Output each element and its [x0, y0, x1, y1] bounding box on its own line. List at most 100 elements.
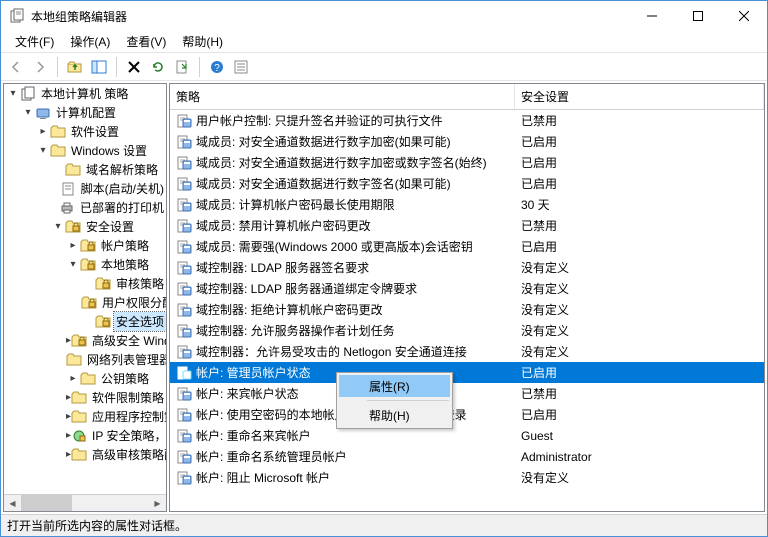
tree-item[interactable]: 网络列表管理器策略 — [4, 350, 166, 369]
help-button[interactable]: ? — [206, 56, 228, 78]
tree-item-label: 计算机配置 — [54, 103, 118, 122]
folder-icon — [71, 409, 87, 425]
cell-security-setting: 没有定义 — [515, 322, 764, 339]
policy-icon — [176, 428, 192, 444]
policy-row[interactable]: 帐户: 重命名来宾帐户Guest — [170, 425, 764, 446]
policy-row[interactable]: 域成员: 需要强(Windows 2000 或更高版本)会话密钥已启用 — [170, 236, 764, 257]
policy-row[interactable]: 帐户: 阻止 Microsoft 帐户没有定义 — [170, 467, 764, 488]
nav-back-button[interactable] — [5, 56, 27, 78]
tree-item-label: 本地计算机 策略 — [39, 84, 130, 103]
show-hide-tree-button[interactable] — [88, 56, 110, 78]
tree-item[interactable]: ▾Windows 设置 — [4, 141, 166, 160]
tree-item-label: 网络列表管理器策略 — [85, 350, 166, 369]
context-menu-help[interactable]: 帮助(H) — [339, 404, 450, 426]
policy-row[interactable]: 域控制器: LDAP 服务器签名要求没有定义 — [170, 257, 764, 278]
tree-item[interactable]: ▾ 计算机配置 — [4, 103, 166, 122]
toolbar-separator — [116, 57, 117, 77]
properties-button[interactable] — [230, 56, 252, 78]
policy-row[interactable]: 帐户: 来宾帐户状态已禁用 — [170, 383, 764, 404]
tree-twisty[interactable]: ▸ — [66, 373, 80, 384]
tree-item-label: 高级安全 Windows Defender 防火墙 — [90, 331, 166, 350]
tree-item[interactable]: ▾本地策略 — [4, 255, 166, 274]
menu-view[interactable]: 查看(V) — [118, 31, 174, 52]
policy-row[interactable]: 域成员: 计算机帐户密码最长使用期限30 天 — [170, 194, 764, 215]
tree-item[interactable]: ▸应用程序控制策略 — [4, 407, 166, 426]
policy-row[interactable]: 帐户: 使用空密码的本地帐户只允许进行控制台登录已启用 — [170, 404, 764, 425]
tree-item[interactable]: ▸IP 安全策略，在 本地计算机 — [4, 426, 166, 445]
tree-item[interactable]: 审核策略 — [4, 274, 166, 293]
tree-twisty[interactable]: ▾ — [6, 88, 20, 99]
cell-security-setting: 30 天 — [515, 196, 764, 213]
tree-item[interactable]: 安全选项 — [4, 312, 166, 331]
tree-view[interactable]: ▾ 本地计算机 策略 ▾ 计算机配置▸软件设置▾Windows 设置域名解析策略脚本(… — [4, 84, 166, 494]
titlebar: 本地组策略编辑器 — [1, 1, 767, 31]
cell-security-setting: 已启用 — [515, 238, 764, 255]
scroll-left-arrow[interactable]: ◀ — [4, 495, 21, 511]
tree-item[interactable]: ▸帐户策略 — [4, 236, 166, 255]
policy-row[interactable]: 域控制器: 拒绝计算机帐户密码更改没有定义 — [170, 299, 764, 320]
policy-row[interactable]: 域成员: 对安全通道数据进行数字加密或数字签名(始终)已启用 — [170, 152, 764, 173]
policy-row[interactable]: 域控制器: 允许服务器操作者计划任务没有定义 — [170, 320, 764, 341]
context-menu-properties[interactable]: 属性(R) — [339, 375, 450, 397]
tree-item[interactable]: 已部署的打印机 — [4, 198, 166, 217]
folder-icon — [50, 124, 66, 140]
cell-security-setting: 没有定义 — [515, 469, 764, 486]
toolbar-separator — [57, 57, 58, 77]
tree-item[interactable]: ▸高级审核策略配置 — [4, 445, 166, 464]
policy-row[interactable]: 域控制器：允许易受攻击的 Netlogon 安全通道连接没有定义 — [170, 341, 764, 362]
tree-twisty[interactable]: ▾ — [51, 221, 65, 232]
list-body[interactable]: 用户帐户控制: 只提升签名并验证的可执行文件已禁用域成员: 对安全通道数据进行数… — [170, 110, 764, 511]
tree-item-label: 安全选项 — [114, 312, 166, 331]
tree-twisty[interactable]: ▾ — [66, 259, 80, 270]
tree-horizontal-scrollbar[interactable]: ◀ ▶ — [4, 494, 166, 511]
delete-button[interactable] — [123, 56, 145, 78]
export-button[interactable] — [171, 56, 193, 78]
tree-item[interactable]: ▸软件限制策略 — [4, 388, 166, 407]
tree-item[interactable]: 用户权限分配 — [4, 293, 166, 312]
policy-icon — [176, 302, 192, 318]
close-button[interactable] — [721, 1, 767, 31]
column-header-setting[interactable]: 安全设置 — [515, 84, 764, 109]
policy-row[interactable]: 域成员: 对安全通道数据进行数字签名(如果可能)已启用 — [170, 173, 764, 194]
tree-twisty[interactable]: ▸ — [66, 240, 80, 251]
policy-row[interactable]: 域成员: 禁用计算机帐户密码更改已禁用 — [170, 215, 764, 236]
tree-twisty[interactable]: ▸ — [36, 126, 50, 137]
minimize-button[interactable] — [629, 1, 675, 31]
app-icon — [9, 8, 25, 24]
up-level-button[interactable] — [64, 56, 86, 78]
column-header-policy[interactable]: 策略 — [170, 84, 515, 109]
policy-row[interactable]: 域成员: 对安全通道数据进行数字加密(如果可能)已启用 — [170, 131, 764, 152]
tree-item[interactable]: 域名解析策略 — [4, 160, 166, 179]
policy-row[interactable]: 域控制器: LDAP 服务器通道绑定令牌要求没有定义 — [170, 278, 764, 299]
tree-item[interactable]: ▾安全设置 — [4, 217, 166, 236]
menubar: 文件(F) 操作(A) 查看(V) 帮助(H) — [1, 31, 767, 53]
policy-row[interactable]: 帐户: 管理员帐户状态已启用 — [170, 362, 764, 383]
tree-item[interactable]: ▸高级安全 Windows Defender 防火墙 — [4, 331, 166, 350]
cell-security-setting: Administrator — [515, 450, 764, 464]
tree-item-label: 公钥策略 — [99, 369, 151, 388]
scroll-thumb[interactable] — [21, 495, 72, 511]
menu-help[interactable]: 帮助(H) — [174, 31, 231, 52]
refresh-button[interactable] — [147, 56, 169, 78]
menu-file[interactable]: 文件(F) — [7, 31, 62, 52]
tree-item[interactable]: ▸ 公钥策略 — [4, 369, 166, 388]
policy-row[interactable]: 帐户: 重命名系统管理员帐户Administrator — [170, 446, 764, 467]
policy-row[interactable]: 用户帐户控制: 只提升签名并验证的可执行文件已禁用 — [170, 110, 764, 131]
tree-item[interactable]: ▸软件设置 — [4, 122, 166, 141]
cell-policy-name: 帐户: 阻止 Microsoft 帐户 — [170, 469, 515, 486]
scroll-right-arrow[interactable]: ▶ — [149, 495, 166, 511]
menu-action[interactable]: 操作(A) — [62, 31, 118, 52]
cell-policy-name: 域控制器：允许易受攻击的 Netlogon 安全通道连接 — [170, 343, 515, 360]
policy-icon — [176, 449, 192, 465]
policy-icon — [176, 218, 192, 234]
tree-twisty[interactable]: ▾ — [36, 145, 50, 156]
maximize-button[interactable] — [675, 1, 721, 31]
security-icon — [80, 257, 96, 273]
tree-twisty[interactable]: ▾ — [21, 107, 35, 118]
nav-forward-button[interactable] — [29, 56, 51, 78]
tree-item[interactable]: 脚本(启动/关机) — [4, 179, 166, 198]
policy-icon — [176, 155, 192, 171]
tree-item[interactable]: ▾ 本地计算机 策略 — [4, 84, 166, 103]
context-menu-separator — [367, 400, 449, 401]
scroll-track[interactable] — [21, 495, 149, 511]
